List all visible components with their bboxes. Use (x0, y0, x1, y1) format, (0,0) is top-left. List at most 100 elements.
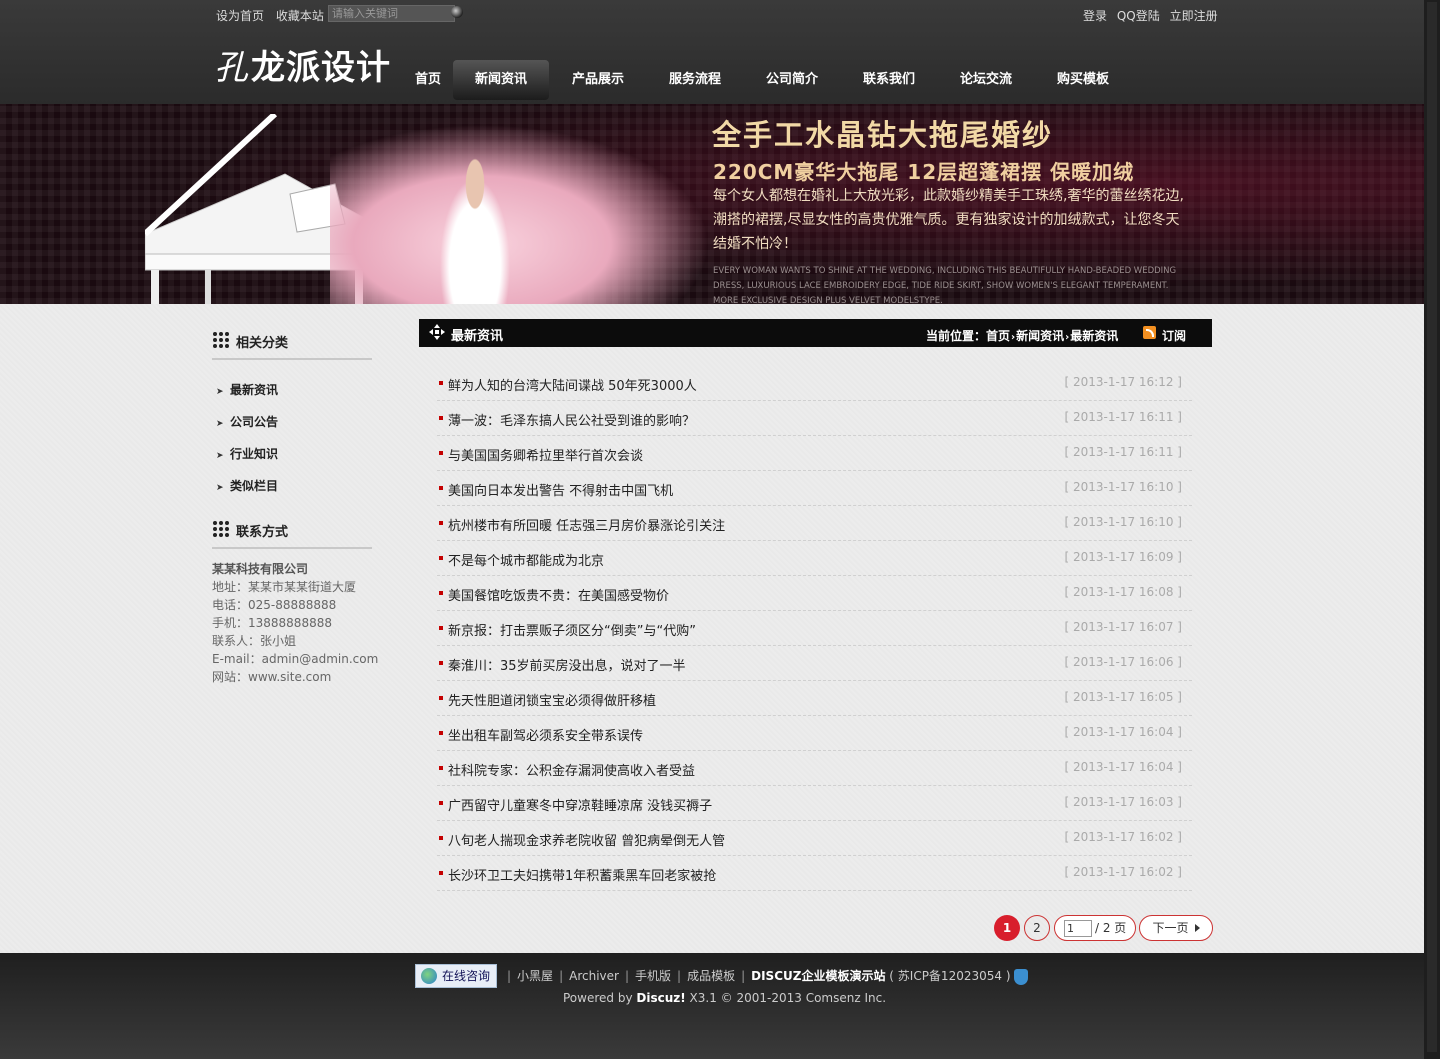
article-title[interactable]: 杭州楼市有所回暖 任志强三月房价暴涨论引关注 (448, 515, 725, 534)
category-label: 行业知识 (230, 447, 279, 461)
page-1-button[interactable]: 1 (994, 915, 1020, 941)
chevron-right-icon: ➤ (216, 451, 224, 461)
nav-item-about[interactable]: 公司简介 (744, 60, 840, 100)
article-title[interactable]: 鲜为人知的台湾大陆间谍战 50年死3000人 (448, 375, 697, 394)
article-date: [ 2013-1-17 16:11 ] (1064, 445, 1183, 459)
article-list: 鲜为人知的台湾大陆间谍战 50年死3000人 [ 2013-1-17 16:12 … (437, 366, 1192, 891)
nav-item-buy[interactable]: 购买模板 (1035, 60, 1131, 100)
register-link[interactable]: 立即注册 (1170, 9, 1218, 23)
categories-title: 相关分类 (236, 336, 289, 351)
article-title[interactable]: 薄一波：毛泽东搞人民公社受到谁的影响？ (448, 410, 695, 429)
breadcrumb: 当前位置：首页›新闻资讯›最新资讯 (926, 327, 1118, 344)
breadcrumb-news[interactable]: 新闻资讯 (1016, 329, 1064, 343)
hero-banner[interactable]: 全手工水晶钻大拖尾婚纱 220CM豪华大拖尾 12层超蓬裙摆 保暖加绒 每个女人… (0, 104, 1424, 304)
list-item[interactable]: 与美国国务卿希拉里举行首次会谈 [ 2013-1-17 16:11 ] (437, 436, 1192, 471)
search-icon[interactable] (451, 6, 463, 18)
chevron-right-icon: ➤ (216, 483, 224, 493)
list-item[interactable]: 美国向日本发出警告 不得射击中国飞机 [ 2013-1-17 16:10 ] (437, 471, 1192, 506)
shield-icon (1013, 968, 1028, 985)
list-item[interactable]: 社科院专家：公积金存漏洞使高收入者受益 [ 2013-1-17 16:04 ] (437, 751, 1192, 786)
footer-link-blackroom[interactable]: 小黑屋 (517, 969, 553, 983)
list-item[interactable]: 广西留守儿童寒冬中穿凉鞋睡凉席 没钱买褥子 [ 2013-1-17 16:03 ] (437, 786, 1192, 821)
banner-subtitle: 220CM豪华大拖尾 12层超蓬裙摆 保暖加绒 (713, 160, 1135, 184)
bullet-icon (439, 661, 443, 665)
category-similar[interactable]: ➤ 类似栏目 (216, 477, 278, 494)
nav-item-forum[interactable]: 论坛交流 (938, 60, 1034, 100)
footer-site-name[interactable]: DISCUZ企业模板演示站 (751, 969, 885, 983)
nav-item-news[interactable]: 新闻资讯 (453, 60, 549, 100)
banner-description: 每个女人都想在婚礼上大放光彩，此款婚纱精美手工珠绣,奢华的蕾丝绣花边,潮搭的裙摆… (713, 188, 1184, 252)
nav-item-products[interactable]: 产品展示 (550, 60, 646, 100)
breadcrumb-separator: › (1065, 332, 1070, 343)
bookmark-link[interactable]: 收藏本站 (276, 9, 324, 23)
set-homepage-link[interactable]: 设为首页 (216, 9, 264, 23)
site-logo[interactable]: 孔龙派设计 (214, 40, 391, 89)
list-item[interactable]: 薄一波：毛泽东搞人民公社受到谁的影响？ [ 2013-1-17 16:11 ] (437, 401, 1192, 436)
list-item[interactable]: 鲜为人知的台湾大陆间谍战 50年死3000人 [ 2013-1-17 16:12 … (437, 366, 1192, 401)
list-item[interactable]: 坐出租车副驾必须系安全带系误传 [ 2013-1-17 16:04 ] (437, 716, 1192, 751)
footer-link-templates[interactable]: 成品模板 (687, 969, 735, 983)
article-date: [ 2013-1-17 16:04 ] (1064, 760, 1183, 774)
article-date: [ 2013-1-17 16:09 ] (1064, 550, 1183, 564)
online-consult-button[interactable]: 在线咨询 (415, 964, 497, 988)
bride-image (430, 154, 520, 304)
list-item[interactable]: 不是每个城市都能成为北京 [ 2013-1-17 16:09 ] (437, 541, 1192, 576)
nav-item-contact[interactable]: 联系我们 (841, 60, 937, 100)
page-number-input[interactable]: 1 (1064, 920, 1092, 937)
category-industry[interactable]: ➤ 行业知识 (216, 445, 278, 462)
nav-item-services[interactable]: 服务流程 (647, 60, 743, 100)
article-date: [ 2013-1-17 16:10 ] (1064, 515, 1183, 529)
article-title[interactable]: 长沙环卫工夫妇携带1年积蓄乘黑车回老家被抢 (448, 865, 716, 884)
page-2-button[interactable]: 2 (1024, 915, 1050, 941)
qq-login-link[interactable]: QQ登陆 (1117, 9, 1160, 23)
chevron-right-icon: ➤ (216, 387, 224, 397)
rss-icon[interactable] (1143, 326, 1156, 339)
article-title[interactable]: 美国餐馆吃饭贵不贵：在美国感受物价 (448, 585, 669, 604)
scrollbar-thumb[interactable] (1427, 2, 1437, 1052)
article-title[interactable]: 八旬老人揣现金求养老院收留 曾犯病晕倒无人管 (448, 830, 725, 849)
footer-separator: | (741, 969, 746, 983)
contact-mobile: 手机：13888888888 (212, 616, 332, 630)
page-scrollbar[interactable] (1424, 0, 1440, 1059)
search-input[interactable]: 请输入关键词 (328, 5, 455, 22)
list-item[interactable]: 美国餐馆吃饭贵不贵：在美国感受物价 [ 2013-1-17 16:08 ] (437, 576, 1192, 611)
subscribe-link[interactable]: 订阅 (1162, 327, 1186, 344)
powered-by: Powered by Discuz! X3.1 © 2001-2013 Coms… (563, 991, 886, 1005)
article-title[interactable]: 坐出租车副驾必须系安全带系误传 (448, 725, 643, 744)
article-title[interactable]: 先天性胆道闭锁宝宝必须得做肝移植 (448, 690, 656, 709)
contact-title: 联系方式 (236, 525, 289, 540)
triangle-right-icon (1194, 924, 1200, 932)
article-title[interactable]: 新京报：打击票贩子须区分“倒卖”与“代购” (448, 620, 696, 639)
breadcrumb-latest[interactable]: 最新资讯 (1070, 329, 1118, 343)
category-latest-news[interactable]: ➤ 最新资讯 (216, 381, 278, 398)
list-item[interactable]: 长沙环卫工夫妇携带1年积蓄乘黑车回老家被抢 [ 2013-1-17 16:02 ] (437, 856, 1192, 891)
article-title[interactable]: 不是每个城市都能成为北京 (448, 550, 604, 569)
bullet-icon (439, 836, 443, 840)
category-announcements[interactable]: ➤ 公司公告 (216, 413, 278, 430)
article-title[interactable]: 与美国国务卿希拉里举行首次会谈 (448, 445, 643, 464)
contact-address: 地址：某某市某某街道大厦 (212, 580, 357, 594)
news-header-bar: 最新资讯 当前位置：首页›新闻资讯›最新资讯 订阅 (419, 319, 1212, 347)
article-title[interactable]: 社科院专家：公积金存漏洞使高收入者受益 (448, 760, 695, 779)
category-label: 公司公告 (230, 415, 279, 429)
list-item[interactable]: 先天性胆道闭锁宝宝必须得做肝移植 [ 2013-1-17 16:05 ] (437, 681, 1192, 716)
powered-prefix: Powered by (563, 991, 637, 1005)
article-title[interactable]: 广西留守儿童寒冬中穿凉鞋睡凉席 没钱买褥子 (448, 795, 712, 814)
login-link[interactable]: 登录 (1083, 9, 1107, 23)
footer-separator: | (677, 969, 682, 983)
article-title[interactable]: 美国向日本发出警告 不得射击中国飞机 (448, 480, 673, 499)
article-title[interactable]: 秦淮川：35岁前买房没出息，说对了一半 (448, 655, 686, 674)
footer-icp[interactable]: ( 苏ICP备12023054 ) (889, 969, 1010, 983)
list-item[interactable]: 秦淮川：35岁前买房没出息，说对了一半 [ 2013-1-17 16:06 ] (437, 646, 1192, 681)
powered-suffix: X3.1 © 2001-2013 Comsenz Inc. (685, 991, 887, 1005)
list-item[interactable]: 八旬老人揣现金求养老院收留 曾犯病晕倒无人管 [ 2013-1-17 16:02 … (437, 821, 1192, 856)
list-item[interactable]: 杭州楼市有所回暖 任志强三月房价暴涨论引关注 [ 2013-1-17 16:10 … (437, 506, 1192, 541)
footer-link-archiver[interactable]: Archiver (569, 969, 619, 983)
list-item[interactable]: 新京报：打击票贩子须区分“倒卖”与“代购” [ 2013-1-17 16:07 ] (437, 611, 1192, 646)
footer-separator: | (624, 969, 629, 983)
breadcrumb-home[interactable]: 首页 (986, 329, 1010, 343)
next-page-button[interactable]: 下一页 (1139, 915, 1213, 941)
page-total: / 2 页 (1095, 921, 1127, 935)
powered-brand-link[interactable]: Discuz! (636, 991, 685, 1005)
footer-link-mobile[interactable]: 手机版 (635, 969, 671, 983)
